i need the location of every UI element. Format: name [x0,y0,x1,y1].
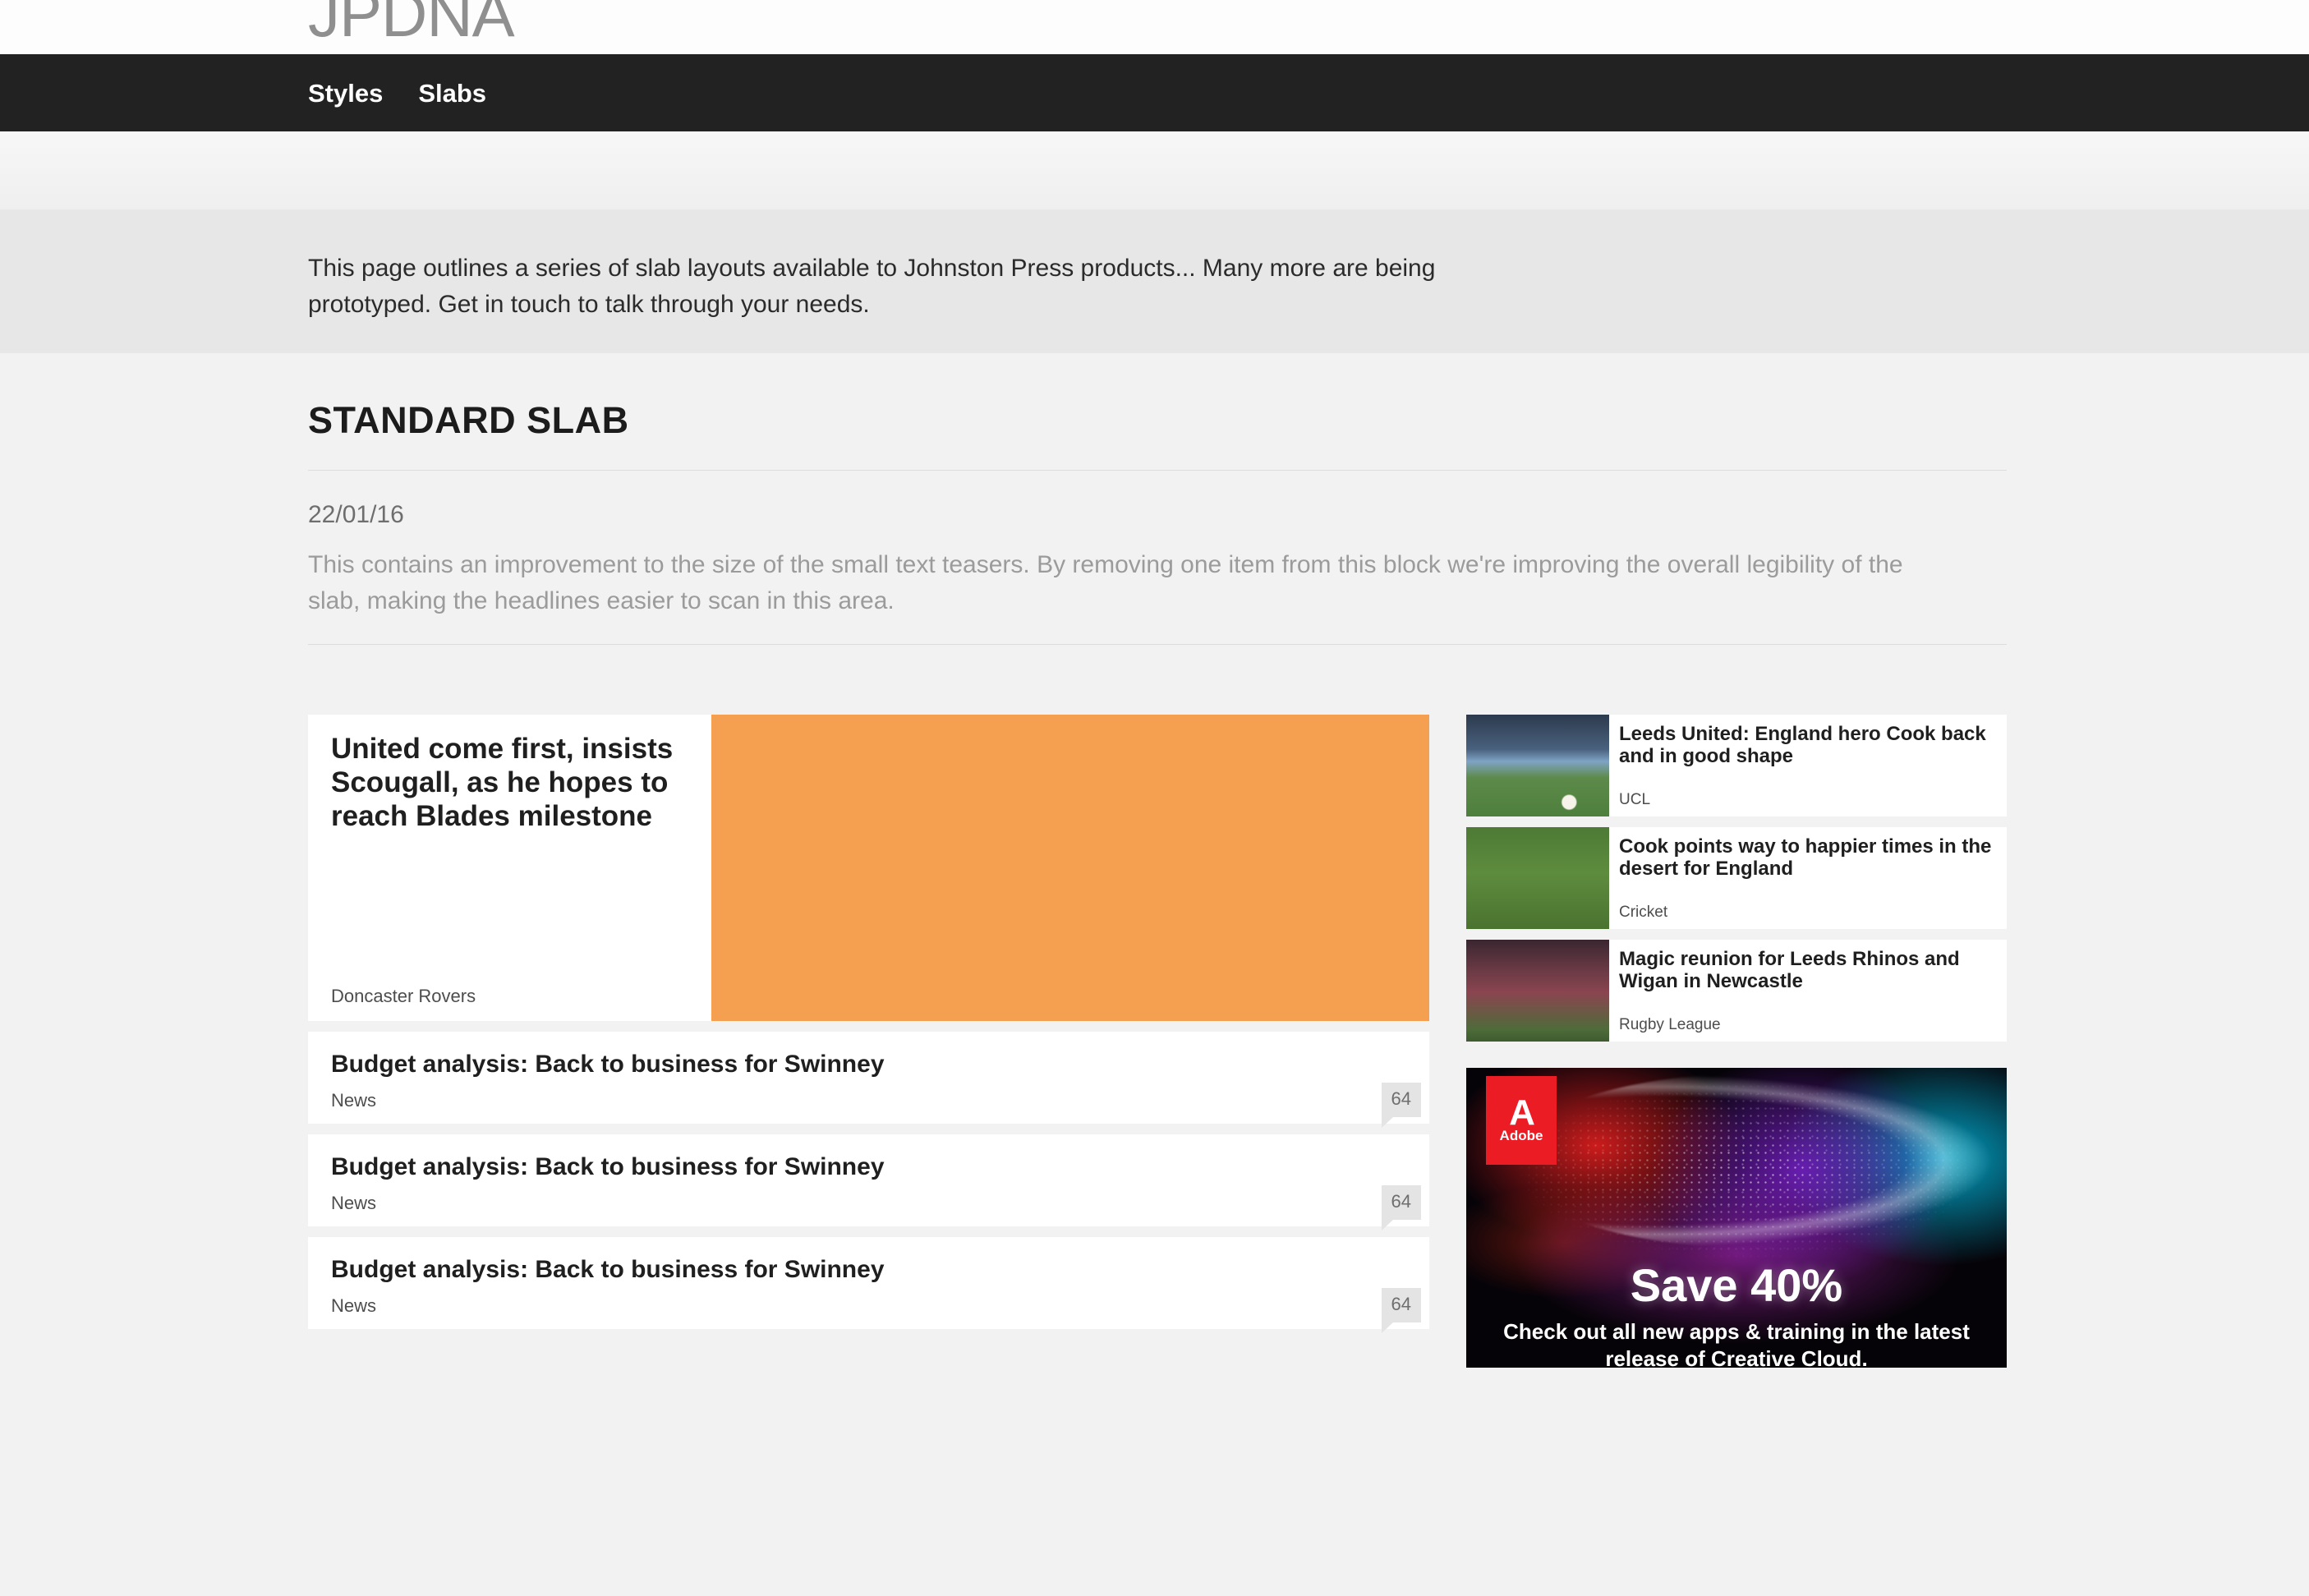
section-date: 22/01/16 [308,501,404,528]
ad-headline: Save 40% [1630,1259,1843,1311]
intro-text: This page outlines a series of slab layo… [308,255,1436,318]
site-logo[interactable]: JPDNA [308,0,515,46]
teaser-section-label: Cricket [1619,904,1668,921]
teaser-card[interactable]: Leeds United: England hero Cook back and… [1466,715,2007,816]
teaser-body: Magic reunion for Leeds Rhinos and Wigan… [1609,940,2007,1042]
list-item-headline[interactable]: Budget analysis: Back to business for Sw… [331,1050,1406,1079]
nav-links: Styles Slabs [308,54,486,131]
teaser-thumbnail-football-photo [1466,715,1609,816]
list-item-section-label: News [331,1193,377,1213]
list-item-headline[interactable]: Budget analysis: Back to business for Sw… [331,1255,1406,1285]
adobe-logo-mark: A [1509,1092,1535,1133]
teaser-section-label: Rugby League [1619,1016,1721,1033]
teaser-card[interactable]: Cook points way to happier times in the … [1466,827,2007,929]
slab-main-column: United come first, insists Scougall, as … [308,715,1429,1333]
teaser-headline[interactable]: Leeds United: England hero Cook back and… [1619,723,1995,767]
slab-side-column: Leeds United: England hero Cook back and… [1466,715,2007,1368]
description-divider [308,644,2007,645]
list-item-headline[interactable]: Budget analysis: Back to business for Sw… [331,1152,1406,1182]
lead-story-card[interactable]: United come first, insists Scougall, as … [308,715,1429,1021]
main-navigation: Styles Slabs [0,54,2309,131]
comment-count-badge[interactable]: 64 [1381,1083,1421,1128]
comment-count-badge[interactable]: 64 [1381,1185,1421,1230]
page-title: STANDARD SLAB [308,399,629,441]
nav-item-styles[interactable]: Styles [308,80,383,106]
lead-story-text: United come first, insists Scougall, as … [308,715,711,1021]
comment-count-badge[interactable]: 64 [1381,1288,1421,1333]
teaser-section-label: UCL [1619,791,1651,808]
lead-section-label: Doncaster Rovers [331,986,476,1006]
top-bar: JPDNA [0,0,2309,54]
teaser-thumbnail-cricket-photo [1466,827,1609,929]
intro-block: This page outlines a series of slab layo… [0,209,2309,353]
teaser-body: Leeds United: England hero Cook back and… [1609,715,2007,816]
list-item-section-label: News [331,1090,377,1111]
teaser-headline[interactable]: Magic reunion for Leeds Rhinos and Wigan… [1619,948,1995,992]
list-item[interactable]: Budget analysis: Back to business for Sw… [308,1237,1429,1333]
ad-subtext: Check out all new apps & training in the… [1503,1319,1970,1368]
section-description: This contains an improvement to the size… [308,551,1903,614]
section-header: STANDARD SLAB 22/01/16 This contains an … [308,353,2007,645]
spacer-band [0,131,2309,209]
list-item[interactable]: Budget analysis: Back to business for Sw… [308,1032,1429,1128]
slab-columns: United come first, insists Scougall, as … [308,715,2007,1368]
standard-slab: United come first, insists Scougall, as … [308,715,2007,1368]
lead-headline[interactable]: United come first, insists Scougall, as … [331,733,688,834]
teaser-card[interactable]: Magic reunion for Leeds Rhinos and Wigan… [1466,940,2007,1042]
lead-story-image [711,715,1429,1021]
adobe-logo-wordmark: Adobe [1499,1128,1543,1144]
teaser-thumbnail-rugby-photo [1466,940,1609,1042]
adobe-logo-icon: A Adobe [1486,1076,1557,1165]
teaser-headline[interactable]: Cook points way to happier times in the … [1619,835,1995,880]
list-item-section-label: News [331,1295,377,1316]
advertisement-banner[interactable]: A Adobe Save 40% Check out all new apps … [1466,1068,2007,1368]
nav-item-slabs[interactable]: Slabs [418,80,486,106]
teaser-body: Cook points way to happier times in the … [1609,827,2007,929]
list-item[interactable]: Budget analysis: Back to business for Sw… [308,1134,1429,1230]
